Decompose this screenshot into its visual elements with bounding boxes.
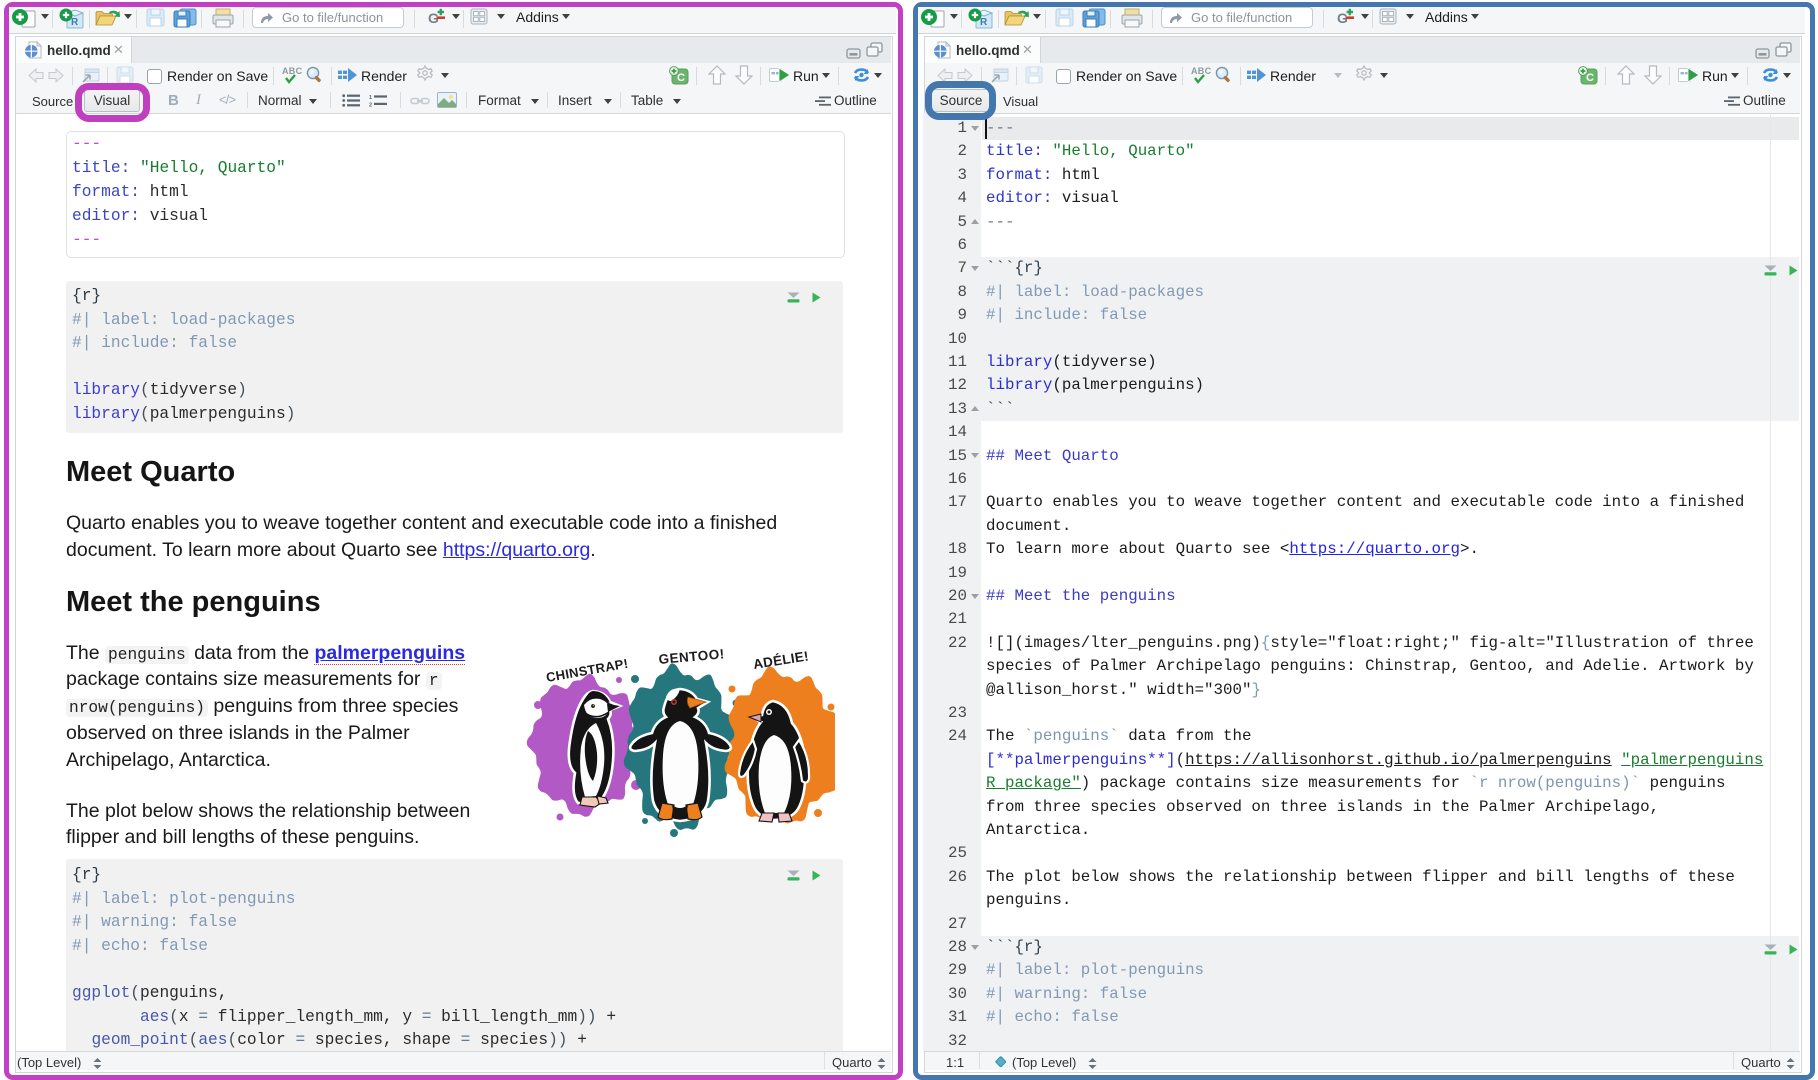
svg-text:C: C [1586,72,1594,84]
svg-text:R: R [71,17,79,28]
svg-text:2: 2 [369,103,372,108]
svg-text:ADÉLIE!: ADÉLIE! [752,648,810,672]
svg-text:1: 1 [369,95,372,101]
svg-text:GENTOO!: GENTOO! [658,646,725,667]
svg-text:ABC: ABC [1191,66,1212,76]
svg-text:ABC: ABC [282,66,303,76]
svg-text:R: R [980,17,988,28]
svg-text:C: C [677,72,685,84]
